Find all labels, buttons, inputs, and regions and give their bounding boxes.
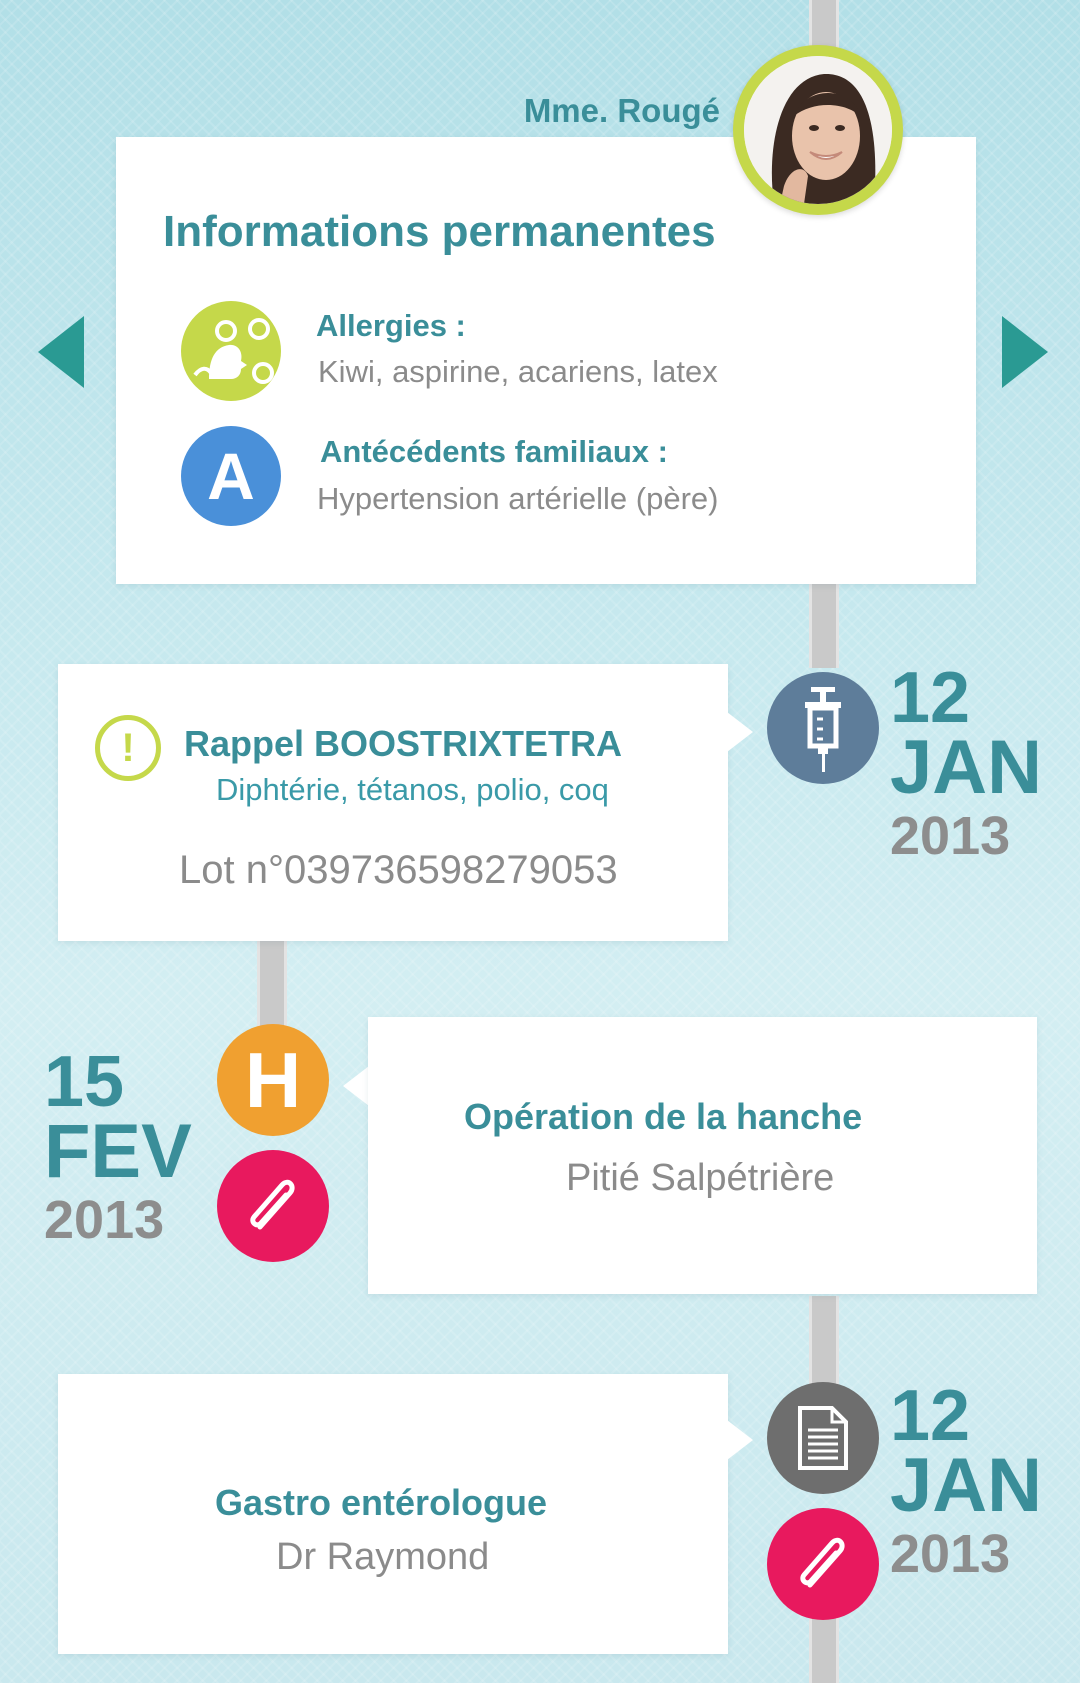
allergy-icon (181, 301, 281, 401)
event-subtitle: Diphtérie, tétanos, polio, coq (216, 772, 609, 807)
attachment-icon[interactable] (217, 1150, 329, 1262)
event-subtitle: Dr Raymond (276, 1536, 490, 1578)
previous-arrow-icon[interactable] (38, 316, 84, 388)
hospital-icon[interactable]: H (217, 1024, 329, 1136)
event-date: 12 JAN 2013 (890, 1376, 1043, 1584)
event-title: Opération de la hanche (464, 1096, 863, 1137)
event-date: 15 FEV 2013 (44, 1042, 192, 1250)
avatar (744, 56, 892, 204)
event-subtitle: Pitié Salpétrière (566, 1157, 835, 1199)
event-date: 12 JAN 2013 (890, 658, 1043, 866)
event-card-surgery[interactable]: Opération de la hanche Pitié Salpétrière (368, 1017, 1037, 1294)
event-title: Rappel BOOSTRIXTETRA (184, 723, 623, 764)
allergies-value: Kiwi, aspirine, acariens, latex (318, 354, 718, 389)
next-arrow-icon[interactable] (1002, 316, 1048, 388)
timeline-rail-segment (809, 584, 839, 668)
family-history-label: Antécédents familiaux : (320, 434, 668, 469)
card-pointer (343, 1066, 369, 1106)
timeline-rail-segment (809, 1296, 839, 1388)
card-pointer (727, 712, 753, 752)
patient-name: Mme. Rougé (523, 92, 720, 129)
attachment-icon[interactable] (767, 1508, 879, 1620)
patient-avatar[interactable] (733, 45, 903, 215)
reminder-alert-icon: ! (95, 715, 161, 781)
family-history-value: Hypertension artérielle (père) (317, 481, 719, 516)
family-history-icon: A (181, 426, 281, 526)
card-pointer (727, 1420, 753, 1460)
card-title: Informations permanentes (163, 207, 716, 256)
event-card-consultation[interactable]: Gastro entérologue Dr Raymond (58, 1374, 728, 1654)
event-title: Gastro entérologue (215, 1482, 548, 1523)
lot-number: Lot n°039736598279053 (179, 848, 618, 892)
syringe-icon[interactable] (767, 672, 879, 784)
document-icon[interactable] (767, 1382, 879, 1494)
allergies-label: Allergies : (316, 308, 466, 343)
event-card-vaccine[interactable]: ! Rappel BOOSTRIXTETRA Diphtérie, tétano… (58, 664, 728, 941)
